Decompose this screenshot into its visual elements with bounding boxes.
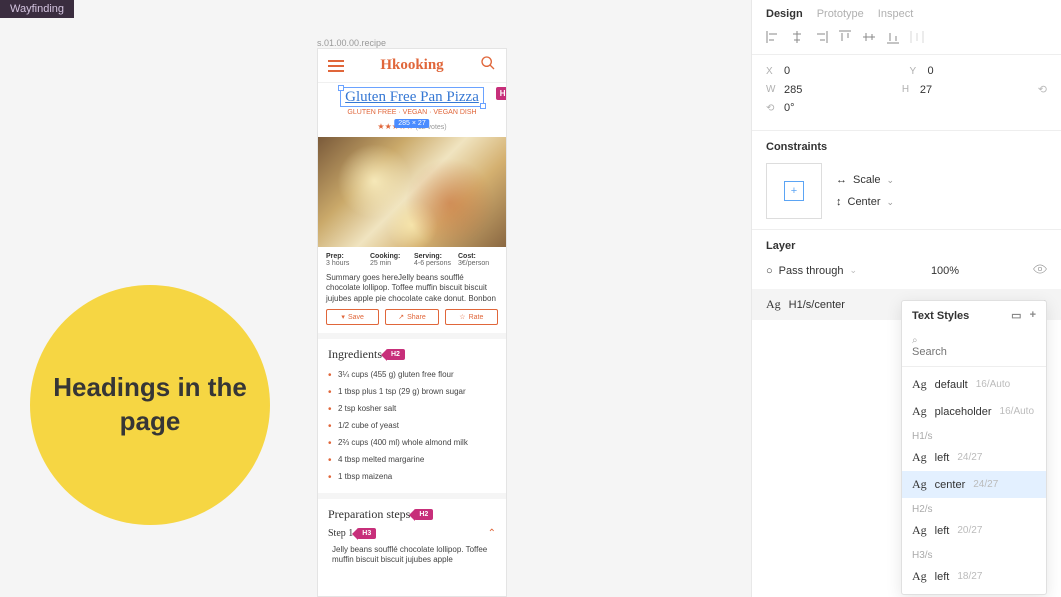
search-icon[interactable] — [480, 55, 496, 76]
rate-button[interactable]: ☆ Rate — [445, 309, 498, 325]
align-row — [752, 26, 1061, 55]
align-top-icon[interactable] — [838, 30, 852, 44]
position-section: X0 Y0 W285 H27 ⟲ ⟲0° — [752, 55, 1061, 131]
prep-section: Preparation steps H2 Step 1 H3 ⌃ Jelly b… — [318, 499, 506, 574]
align-vcenter-icon[interactable] — [862, 30, 876, 44]
constraints-title: Constraints — [766, 141, 1047, 153]
distribute-icon[interactable] — [910, 30, 924, 44]
artboard-label[interactable]: s.01.00.00.recipe — [317, 38, 386, 48]
recipe-title: Gluten Free Pan Pizza — [345, 89, 479, 105]
pos-y[interactable]: 0 — [928, 65, 978, 77]
list-item: 1 tbsp plus 1 tsp (29 g) brown sugar — [328, 383, 496, 400]
tab-design[interactable]: Design — [766, 8, 803, 20]
design-panel: Design Prototype Inspect X0 Y0 W285 H27 … — [751, 0, 1061, 597]
mobile-header: Hkooking — [318, 49, 506, 83]
brand-logo: Hkooking — [380, 57, 443, 74]
dimension-badge: 285 × 27 — [394, 119, 429, 128]
style-item[interactable]: Agdefault16/Auto — [902, 371, 1046, 398]
list-item: 3¼ cups (455 g) gluten free flour — [328, 366, 496, 383]
align-hcenter-icon[interactable] — [790, 30, 804, 44]
dropdown-title: Text Styles — [912, 310, 969, 322]
add-style-icon[interactable]: + — [1030, 309, 1036, 322]
list-item: 1 tbsp maizena — [328, 468, 496, 485]
recipe-summary: Summary goes hereJelly beans soufflé cho… — [318, 273, 506, 305]
meta-cost: Cost:3€/person — [458, 253, 498, 267]
style-item[interactable]: Agplaceholder16/Auto — [902, 398, 1046, 425]
selected-element[interactable]: Gluten Free Pan Pizza — [340, 87, 484, 107]
constraint-v[interactable]: ↕ Center ⌄ — [836, 196, 894, 208]
style-group: H1/s — [902, 425, 1046, 444]
list-item: 1/2 cube of yeast — [328, 417, 496, 434]
meta-row: Prep:3 hours Cooking:25 min Serving:4-6 … — [318, 247, 506, 273]
save-button[interactable]: ▾ Save — [326, 309, 379, 325]
blend-mode[interactable]: ○ Pass through ⌄ — [766, 265, 857, 277]
h3-badge: H3 — [357, 528, 376, 539]
share-button[interactable]: ↗ Share — [385, 309, 438, 325]
visibility-icon[interactable] — [1033, 262, 1047, 279]
ag-icon: Ag — [766, 297, 781, 312]
h1-badge: H1 — [496, 87, 507, 100]
style-group: H2/s — [902, 498, 1046, 517]
pos-w[interactable]: 285 — [784, 84, 834, 96]
search-icon: ⌕ — [912, 335, 918, 346]
prep-title: Preparation steps — [328, 507, 410, 522]
list-item: 4 tbsp melted margarine — [328, 451, 496, 468]
ingredients-section: Ingredients H2 3¼ cups (455 g) gluten fr… — [318, 339, 506, 493]
h2-badge: H2 — [414, 509, 433, 520]
meta-prep: Prep:3 hours — [326, 253, 366, 267]
constraint-widget[interactable]: + — [766, 163, 822, 219]
recipe-tags: GLUTEN FREE · VEGAN · VEGAN DISH — [328, 109, 496, 116]
align-left-icon[interactable] — [766, 30, 780, 44]
link-dims-icon[interactable]: ⟲ — [1038, 83, 1047, 96]
style-search-input[interactable] — [912, 346, 1036, 358]
align-bottom-icon[interactable] — [886, 30, 900, 44]
text-styles-dropdown: Text Styles ▭ + ⌕ Agdefault16/Auto Agpla… — [901, 300, 1047, 595]
layer-section: Layer ○ Pass through ⌄ 100% — [752, 230, 1061, 290]
library-icon[interactable]: ▭ — [1011, 309, 1021, 322]
list-item: 2⅔ cups (400 ml) whole almond milk — [328, 434, 496, 451]
h2-badge: H2 — [386, 349, 405, 360]
annotation-circle: Headings in the page — [30, 285, 270, 525]
tab-prototype[interactable]: Prototype — [817, 8, 864, 20]
style-group: H3/s — [902, 544, 1046, 563]
pos-x[interactable]: 0 — [784, 65, 834, 77]
mobile-artboard[interactable]: Hkooking Gluten Free Pan Pizza H1 GLUTEN… — [317, 48, 507, 597]
step-row[interactable]: Step 1 H3 ⌃ — [328, 528, 496, 539]
wayfinding-tag: Wayfinding — [0, 0, 74, 18]
style-item[interactable]: Agleft24/27 — [902, 444, 1046, 471]
hero-image — [318, 137, 506, 247]
style-item-selected[interactable]: Agcenter24/27 — [902, 471, 1046, 498]
tab-inspect[interactable]: Inspect — [878, 8, 913, 20]
chevron-up-icon[interactable]: ⌃ — [488, 528, 496, 539]
ingredients-list: 3¼ cups (455 g) gluten free flour 1 tbsp… — [328, 366, 496, 485]
style-list: Agdefault16/Auto Agplaceholder16/Auto H1… — [902, 367, 1046, 594]
annotation-text: Headings in the page — [30, 371, 270, 439]
style-search[interactable]: ⌕ — [902, 330, 1046, 367]
recipe-header: Gluten Free Pan Pizza H1 GLUTEN FREE · V… — [318, 83, 506, 137]
constraints-section: Constraints + ↔ Scale ⌄ ↕ Center ⌄ — [752, 131, 1061, 230]
constraint-h[interactable]: ↔ Scale ⌄ — [836, 174, 894, 186]
layer-title: Layer — [766, 240, 1047, 252]
ingredients-title: Ingredients — [328, 347, 382, 362]
meta-serving: Serving:4-6 persons — [414, 253, 454, 267]
opacity-input[interactable]: 100% — [931, 265, 959, 277]
meta-cook: Cooking:25 min — [370, 253, 410, 267]
list-item: 2 tsp kosher salt — [328, 400, 496, 417]
hamburger-icon[interactable] — [328, 60, 344, 72]
step-body: Jelly beans soufflé chocolate lollipop. … — [328, 539, 496, 566]
style-name: H1/s/center — [789, 299, 845, 311]
action-row: ▾ Save ↗ Share ☆ Rate — [318, 305, 506, 333]
step-title: Step 1 — [328, 528, 353, 539]
style-item[interactable]: Agleft18/27 — [902, 563, 1046, 590]
pos-rot[interactable]: 0° — [784, 102, 834, 114]
style-item[interactable]: Agleft20/27 — [902, 517, 1046, 544]
align-right-icon[interactable] — [814, 30, 828, 44]
panel-tabs: Design Prototype Inspect — [752, 0, 1061, 26]
pos-h[interactable]: 27 — [920, 84, 970, 96]
